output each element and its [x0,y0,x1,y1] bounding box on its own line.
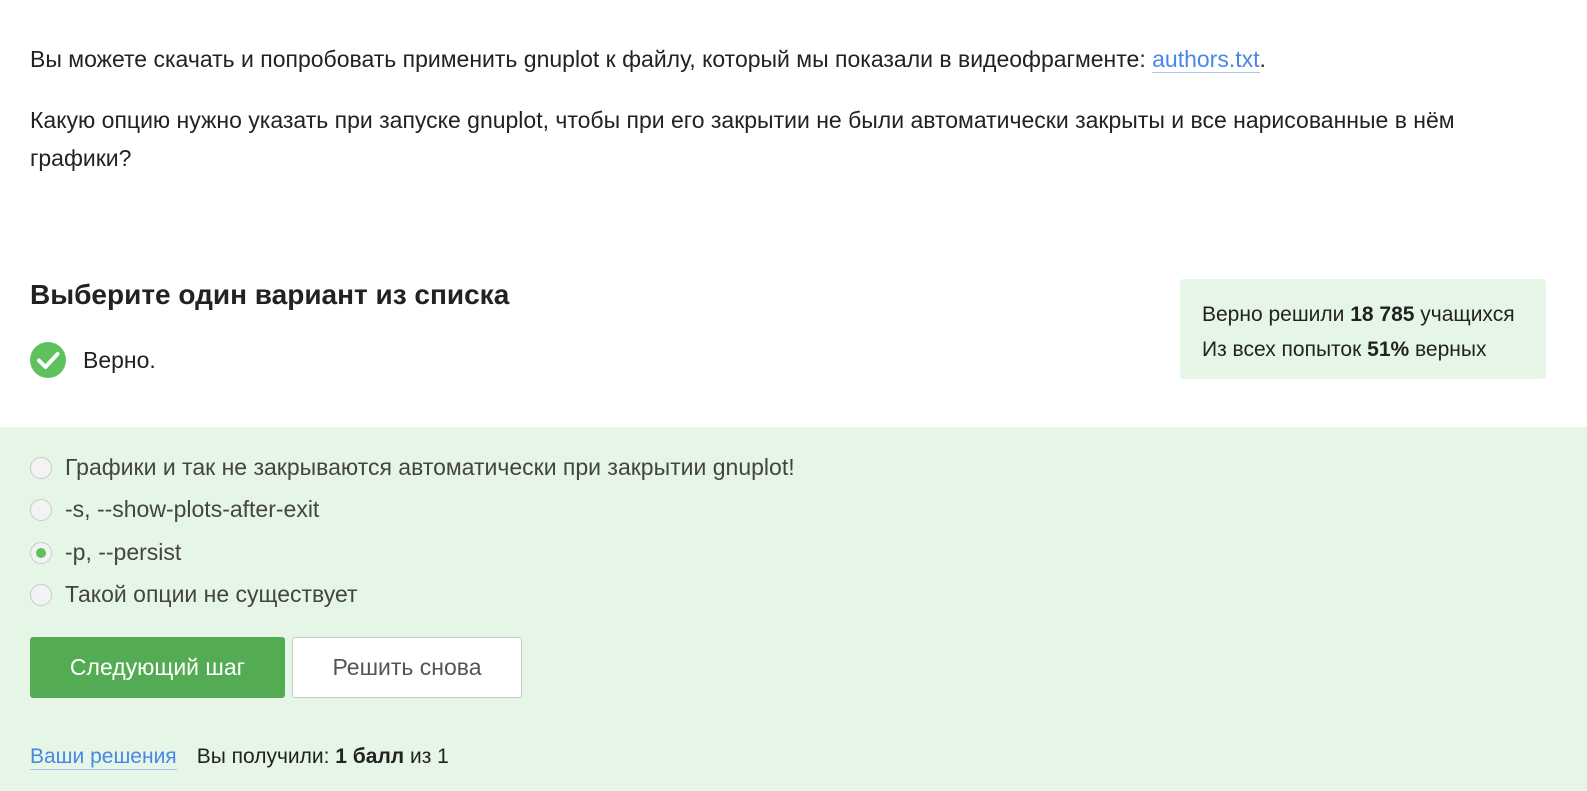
radio-button[interactable] [30,583,52,606]
check-circle-icon [30,342,66,378]
option-persist[interactable]: -p, --persist [30,539,181,566]
verdict: Верно. [30,342,156,378]
question-text: Вы можете скачать и попробовать применит… [30,40,1560,200]
step-page: Вы можете скачать и попробовать применит… [0,0,1587,791]
option-label: Графики и так не закрываются автоматичес… [65,454,795,480]
question-paragraph-2: Какую опцию нужно указать при запуске gn… [30,107,1455,171]
verdict-text: Верно. [83,346,156,373]
score-value: 1 балл [335,745,405,768]
radio-button-selected[interactable] [30,541,52,564]
your-solutions-link[interactable]: Ваши решения [30,745,177,770]
option-label: -p, --persist [65,539,182,565]
choice-instruction-heading: Выберите один вариант из списка [30,279,510,310]
option-show-plots-after-exit[interactable]: -s, --show-plots-after-exit [30,496,319,523]
question-intro: Вы можете скачать и попробовать применит… [30,46,1153,72]
stats-panel: Верно решили 18 785 учащихся Из всех поп… [1180,279,1546,379]
radio-button[interactable] [30,456,52,479]
stats-solved: Верно решили 18 785 учащихся [1202,303,1515,326]
option-no-such-option[interactable]: Такой опции не существует [30,581,358,608]
radio-button[interactable] [30,498,52,521]
stats-attempts: Из всех попыток 51% верных [1202,338,1487,361]
solve-again-button[interactable]: Решить снова [292,637,522,698]
attempts-percent: 51% [1367,338,1410,361]
footer: Ваши решения Вы получили: 1 балл из 1 [30,745,449,770]
option-already-not-closed[interactable]: Графики и так не закрываются автоматичес… [30,454,795,481]
solved-count: 18 785 [1350,303,1415,326]
question-paragraph-1: Вы можете скачать и попробовать применит… [30,40,1560,78]
answers-panel [0,427,1587,791]
option-label: -s, --show-plots-after-exit [65,496,320,522]
next-step-button[interactable]: Следующий шаг [30,637,285,698]
authors-file-link[interactable]: authors.txt [1152,46,1260,73]
score-text: Вы получили: 1 балл из 1 [196,745,449,768]
option-label: Такой опции не существует [65,581,358,607]
question-intro-end: . [1259,46,1266,72]
